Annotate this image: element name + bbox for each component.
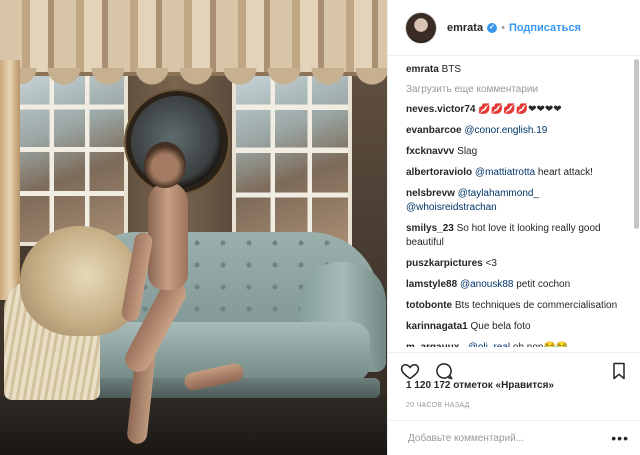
comment-row: neves.victor74 💋💋💋💋❤❤❤❤	[406, 103, 625, 117]
comment-text: <3	[485, 258, 497, 269]
comment-row: fxcknavvv Slag	[406, 145, 625, 159]
comments-scrollbar[interactable]	[634, 59, 639, 229]
comment-username[interactable]: m_argauux_	[406, 342, 465, 347]
comment-mention[interactable]: @mattiatrotta	[475, 167, 535, 178]
comment-text: heart attack!	[537, 167, 593, 178]
comment-username[interactable]: karinnagata1	[406, 321, 468, 332]
header-username[interactable]: emrata	[447, 22, 483, 34]
comment-row: lamstyle88 @anousk88 petit cochon	[406, 278, 625, 292]
comment-row: m_argauux_ @oli_real oh non😂😂	[406, 341, 625, 347]
comment-text: Que bela foto	[470, 321, 531, 332]
comment-username[interactable]: smilys_23	[406, 223, 454, 234]
load-more-comments-link[interactable]: Загрузить еще комментарии	[406, 84, 625, 95]
add-comment-input[interactable]	[406, 431, 612, 445]
caption-text: BTS	[441, 64, 462, 75]
curtain-valance	[0, 0, 387, 86]
likes-count[interactable]: 1 120 172 отметок «Нравится»	[406, 380, 554, 391]
comment-text: petit cochon	[516, 279, 571, 290]
window-left	[12, 68, 128, 246]
comment-username[interactable]: puszkarpictures	[406, 258, 483, 269]
comment-mention[interactable]: @conor.english.19	[464, 125, 547, 136]
comments-panel[interactable]: emrata BTS Загрузить еще комментарии nev…	[388, 57, 640, 347]
caption: emrata BTS	[406, 63, 625, 77]
separator-dot: •	[501, 21, 505, 34]
comment-list: emrata BTS Загрузить еще комментарии nev…	[388, 57, 640, 347]
comment-mention[interactable]: @oli_real	[468, 342, 510, 347]
comment-row: totobonte Bts techniques de commercialis…	[406, 299, 625, 313]
comment-row: evanbarcoe @conor.english.19	[406, 124, 625, 138]
comment-username[interactable]: fxcknavvv	[406, 146, 454, 157]
heart-icon[interactable]	[400, 361, 420, 381]
comment-text: Slag	[457, 146, 478, 157]
bookmark-icon[interactable]	[609, 361, 629, 381]
comment-text: Bts techniques de commercialisation	[454, 300, 618, 311]
avatar[interactable]	[405, 11, 437, 44]
comment-username[interactable]: neves.victor74	[406, 104, 476, 115]
comment-row: karinnagata1 Que bela foto	[406, 320, 625, 334]
comment-row: smilys_23 So hot love it looking really …	[406, 222, 625, 250]
post-timestamp: 20 ЧАСОВ НАЗАД	[406, 402, 470, 409]
follow-button[interactable]: Подписаться	[509, 22, 581, 34]
verified-badge-icon: ✓	[487, 22, 498, 33]
caption-username[interactable]: emrata	[406, 64, 439, 75]
post-header: emrata ✓ • Подписаться	[388, 0, 640, 56]
comment-row: nelsbrevw @taylahammond_ @whoisreidstrac…	[406, 187, 625, 215]
comment-mention[interactable]: @anousk88	[460, 279, 514, 290]
add-comment-bar: •••	[388, 420, 640, 455]
comment-username[interactable]: albertoraviolo	[406, 167, 472, 178]
comment-username[interactable]: evanbarcoe	[406, 125, 462, 136]
action-bar	[388, 352, 640, 382]
comment-text: oh non😂😂	[513, 342, 569, 347]
comment-username[interactable]: totobonte	[406, 300, 452, 311]
person-figure	[118, 142, 246, 447]
comment-username[interactable]: nelsbrevw	[406, 188, 455, 199]
comment-icon[interactable]	[434, 361, 454, 381]
comment-username[interactable]: lamstyle88	[406, 279, 457, 290]
comment-text: 💋💋💋💋❤❤❤❤	[478, 104, 562, 115]
curtain-left	[0, 60, 20, 300]
post-photo[interactable]	[0, 0, 387, 455]
more-options-icon[interactable]: •••	[611, 430, 629, 446]
comment-row: puszkarpictures <3	[406, 257, 625, 271]
window-right	[232, 68, 352, 248]
post-sidebar: emrata ✓ • Подписаться emrata BTS Загруз…	[387, 0, 640, 455]
comment-row: albertoraviolo @mattiatrotta heart attac…	[406, 166, 625, 180]
instagram-post: emrata ✓ • Подписаться emrata BTS Загруз…	[0, 0, 640, 455]
